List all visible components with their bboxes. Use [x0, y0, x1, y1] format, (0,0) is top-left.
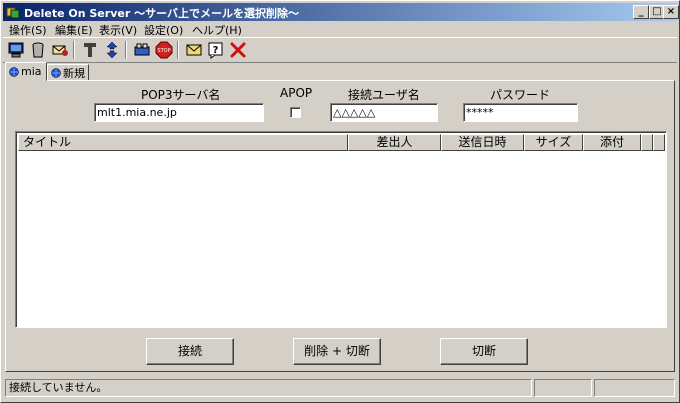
toolbar-separator — [73, 41, 75, 59]
app-icon — [6, 5, 20, 19]
envelope-icon[interactable] — [184, 40, 204, 60]
minimize-button[interactable]: _ — [633, 5, 649, 19]
message-list[interactable]: タイトル 差出人 送信日時 サイズ 添付 — [15, 131, 667, 328]
menu-operation[interactable]: 操作(S) — [9, 22, 47, 38]
password-field[interactable]: ***** — [463, 103, 578, 122]
pop3-server-label: POP3サーバ名 — [141, 88, 221, 102]
delete-disconnect-button[interactable]: 削除 + 切断 — [293, 338, 381, 365]
column-header-filler — [653, 134, 665, 151]
pop3-server-field[interactable]: mlt1.mia.ne.jp — [94, 103, 264, 122]
user-name-field[interactable]: △△△△△ — [330, 103, 438, 122]
delete-x-icon[interactable] — [228, 40, 248, 60]
column-header-size[interactable]: サイズ — [524, 134, 583, 151]
column-header-title[interactable]: タイトル — [18, 134, 348, 151]
column-header-attachment[interactable]: 添付 — [583, 134, 641, 151]
menu-bar: 操作(S) 編集(E) 表示(V) 設定(O) ヘルプ(H) — [3, 21, 677, 37]
column-header-extra[interactable] — [641, 134, 653, 151]
column-header-sender[interactable]: 差出人 — [348, 134, 441, 151]
status-panel-2 — [534, 379, 592, 397]
disconnect-button[interactable]: 切断 — [440, 338, 528, 365]
menu-help[interactable]: ヘルプ(H) — [192, 22, 242, 38]
globe-icon — [9, 66, 19, 77]
mail-hand-icon[interactable] — [50, 40, 70, 60]
menu-settings[interactable]: 設定(O) — [144, 22, 183, 38]
apop-checkbox[interactable] — [290, 107, 301, 118]
trash-icon[interactable] — [28, 40, 48, 60]
title-bar[interactable]: Delete On Server ～サーバ上でメールを選択削除～ _ □ × — [3, 3, 679, 21]
up-down-arrows-icon[interactable] — [102, 40, 122, 60]
toolbar-separator — [125, 41, 127, 59]
close-button[interactable]: × — [663, 5, 679, 19]
help-icon[interactable]: ? — [206, 40, 226, 60]
app-window: Delete On Server ～サーバ上でメールを選択削除～ _ □ × 操… — [0, 0, 680, 403]
status-bar: 接続していません。 — [3, 378, 677, 398]
tab-mia[interactable]: mia — [5, 62, 47, 81]
apop-label: APOP — [280, 86, 313, 100]
window-title: Delete On Server ～サーバ上でメールを選択削除～ — [24, 7, 299, 20]
monitor-icon[interactable] — [6, 40, 26, 60]
tab-new-label: 新規 — [63, 66, 85, 80]
status-panel-3 — [594, 379, 675, 397]
antenna-icon[interactable] — [80, 40, 100, 60]
menu-view[interactable]: 表示(V) — [99, 22, 137, 38]
mailbox-icon[interactable] — [132, 40, 152, 60]
status-text: 接続していません。 — [5, 379, 532, 397]
password-label: パスワード — [490, 88, 551, 102]
column-header-date[interactable]: 送信日時 — [441, 134, 524, 151]
connect-button[interactable]: 接続 — [146, 338, 234, 365]
svg-text:?: ? — [213, 45, 219, 56]
menu-edit[interactable]: 編集(E) — [55, 22, 93, 38]
toolbar-separator — [177, 41, 179, 59]
toolbar: STOP ? — [3, 37, 677, 63]
tab-mia-label: mia — [21, 65, 42, 78]
stop-icon[interactable]: STOP — [154, 40, 174, 60]
user-name-label: 接続ユーザ名 — [348, 88, 420, 102]
stop-icon-text: STOP — [157, 48, 170, 54]
tab-new[interactable]: 新規 — [47, 64, 89, 81]
globe-icon — [51, 67, 61, 78]
